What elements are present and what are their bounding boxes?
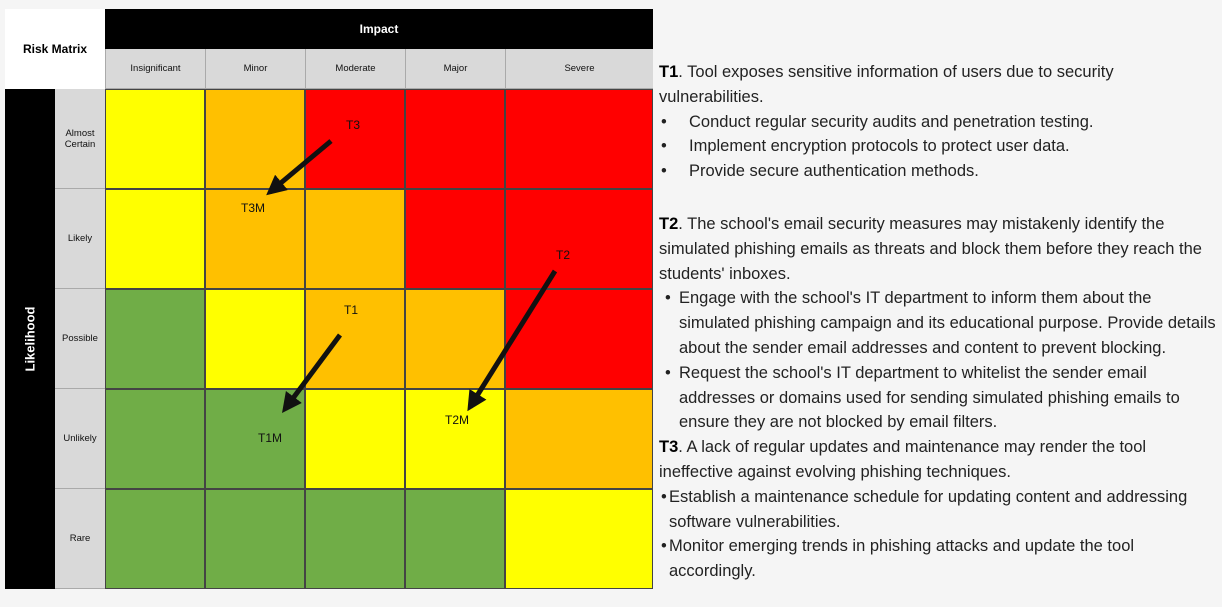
impact-col-insignificant: Insignificant: [105, 49, 205, 89]
mitigation-item: Conduct regular security audits and pene…: [659, 110, 1221, 135]
risk-cell: [405, 489, 505, 589]
likelihood-axis-label: Likelihood: [22, 306, 38, 372]
mitigation-item: Implement encryption protocols to protec…: [659, 134, 1221, 159]
mitigation-item: Request the school's IT department to wh…: [659, 361, 1221, 435]
threat-id: T3: [659, 438, 679, 457]
risk-cell: [105, 89, 205, 189]
risk-cell: [305, 89, 405, 189]
risk-cell: [405, 89, 505, 189]
risk-cell: [305, 489, 405, 589]
likelihood-row-possible: Possible: [55, 289, 105, 389]
impact-col-major: Major: [405, 49, 505, 89]
threat-t3: T3. A lack of regular updates and mainte…: [659, 435, 1221, 584]
matrix-title: Risk Matrix: [5, 9, 105, 89]
risk-cell: [505, 489, 653, 589]
impact-col-moderate: Moderate: [305, 49, 405, 89]
risk-cell: [205, 489, 305, 589]
mitigation-item: Provide secure authentication methods.: [659, 159, 1221, 184]
risk-cell: [105, 289, 205, 389]
likelihood-row-rare: Rare: [55, 489, 105, 589]
threat-t1: T1. Tool exposes sensitive information o…: [659, 60, 1221, 184]
marker-t3m: T3M: [241, 201, 265, 215]
risk-cell: [205, 89, 305, 189]
impact-col-severe: Severe: [505, 49, 653, 89]
risk-cell: [205, 389, 305, 489]
threat-id: T1: [659, 63, 679, 81]
risk-cell: [105, 189, 205, 289]
mitigation-item: Establish a maintenance schedule for upd…: [659, 485, 1221, 535]
mitigation-item: Monitor emerging trends in phishing atta…: [659, 534, 1221, 584]
mitigation-item: Engage with the school's IT department t…: [659, 286, 1221, 360]
threat-description: . Tool exposes sensitive information of …: [659, 63, 1114, 106]
likelihood-row-likely: Likely: [55, 189, 105, 289]
marker-t1: T1: [344, 303, 359, 317]
risk-cell: [405, 189, 505, 289]
threat-description: . The school's email security measures m…: [659, 214, 1202, 283]
marker-t3: T3: [346, 118, 361, 132]
risk-cell: [105, 489, 205, 589]
threat-description: . A lack of regular updates and maintena…: [659, 438, 1147, 481]
risk-cell: [205, 289, 305, 389]
risk-matrix: Risk Matrix Impact Insignificant Minor M…: [5, 9, 653, 589]
risk-cell: [505, 189, 653, 289]
risk-cell: [505, 289, 653, 389]
risk-cell: [105, 389, 205, 489]
likelihood-row-unlikely: Unlikely: [55, 389, 105, 489]
risk-cell: [505, 389, 653, 489]
risk-cell: [405, 289, 505, 389]
threat-id: T2: [659, 214, 679, 233]
marker-t2m: T2M: [445, 413, 469, 427]
impact-axis-label: Impact: [105, 9, 653, 49]
risk-cell: [305, 389, 405, 489]
risk-cell: [305, 189, 405, 289]
likelihood-axis: Likelihood: [5, 89, 55, 589]
marker-t2: T2: [556, 248, 571, 262]
marker-t1m: T1M: [258, 431, 282, 445]
risk-cell: [505, 89, 653, 189]
likelihood-row-almost-certain: Almost Certain: [55, 89, 105, 189]
threat-t2: T2. The school's email security measures…: [659, 212, 1221, 435]
threat-descriptions: T1. Tool exposes sensitive information o…: [659, 60, 1221, 584]
risk-cell: [405, 389, 505, 489]
impact-col-minor: Minor: [205, 49, 305, 89]
